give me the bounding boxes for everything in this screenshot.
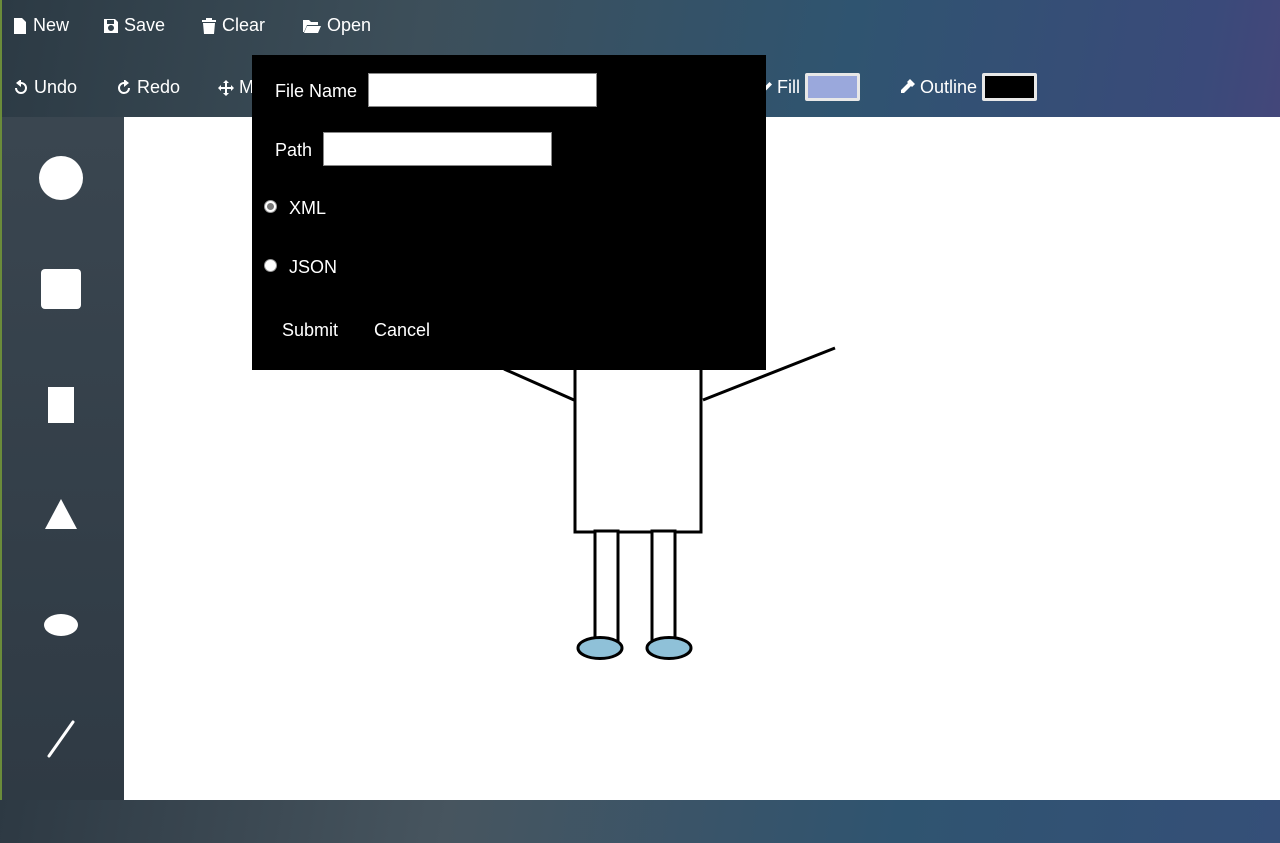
new-label: New bbox=[33, 15, 70, 35]
bottom-bar bbox=[0, 800, 1280, 843]
path-label: Path bbox=[275, 140, 313, 160]
line-icon bbox=[47, 720, 75, 758]
folder-open-icon bbox=[303, 19, 321, 33]
right-leg bbox=[650, 529, 677, 650]
file-name-input[interactable] bbox=[368, 73, 597, 107]
redo-icon bbox=[118, 79, 130, 94]
line-tool[interactable] bbox=[2, 720, 120, 758]
circle-tool[interactable] bbox=[2, 155, 120, 201]
submit-button[interactable]: Submit bbox=[282, 320, 338, 341]
cancel-button[interactable]: Cancel bbox=[374, 320, 430, 341]
move-button[interactable]: M bbox=[218, 77, 254, 98]
json-radio[interactable] bbox=[264, 259, 277, 272]
xml-option-label: XML bbox=[289, 198, 327, 218]
outline-button[interactable]: Outline bbox=[899, 73, 1038, 101]
floppy-disk-icon bbox=[104, 18, 118, 33]
undo-button[interactable]: Undo bbox=[13, 77, 77, 98]
eyedropper-icon bbox=[901, 79, 915, 93]
triangle-icon bbox=[45, 499, 77, 529]
new-button[interactable]: New bbox=[12, 15, 69, 36]
square-icon bbox=[41, 269, 81, 309]
rectangle-tool[interactable] bbox=[2, 386, 120, 424]
left-leg bbox=[593, 529, 620, 650]
rectangle-icon bbox=[48, 387, 74, 423]
open-label: Open bbox=[327, 15, 372, 35]
ellipse-icon bbox=[44, 614, 78, 636]
shape-toolbar bbox=[2, 117, 124, 800]
undo-label: Undo bbox=[34, 77, 78, 97]
save-button[interactable]: Save bbox=[103, 15, 165, 36]
xml-radio[interactable] bbox=[264, 200, 277, 213]
fill-label: Fill bbox=[777, 76, 800, 97]
undo-icon bbox=[15, 79, 27, 94]
json-option-label: JSON bbox=[289, 257, 338, 277]
fill-color-swatch[interactable] bbox=[805, 73, 860, 101]
outline-color-swatch[interactable] bbox=[982, 73, 1038, 101]
clear-button[interactable]: Clear bbox=[201, 15, 265, 36]
open-button[interactable]: Open bbox=[302, 15, 371, 36]
file-name-label: File Name bbox=[275, 81, 358, 101]
left-shoe bbox=[576, 636, 624, 660]
triangle-tool[interactable] bbox=[2, 498, 120, 530]
fill-button[interactable]: Fill bbox=[762, 73, 860, 101]
outline-label: Outline bbox=[920, 76, 978, 97]
save-dialog: File Name Path XML JSON Submit Cancel bbox=[252, 55, 766, 370]
ellipse-tool[interactable] bbox=[2, 613, 120, 637]
circle-icon bbox=[39, 156, 83, 200]
right-shoe bbox=[645, 636, 693, 660]
path-input[interactable] bbox=[323, 132, 552, 166]
redo-button[interactable]: Redo bbox=[116, 77, 180, 98]
clear-label: Clear bbox=[222, 15, 266, 35]
redo-label: Redo bbox=[137, 77, 181, 97]
file-icon bbox=[14, 17, 26, 34]
left-arm bbox=[503, 367, 575, 402]
trash-icon bbox=[202, 17, 216, 34]
move-arrows-icon bbox=[218, 79, 234, 96]
square-tool[interactable] bbox=[2, 268, 120, 310]
save-label: Save bbox=[124, 15, 166, 35]
body bbox=[573, 355, 703, 534]
